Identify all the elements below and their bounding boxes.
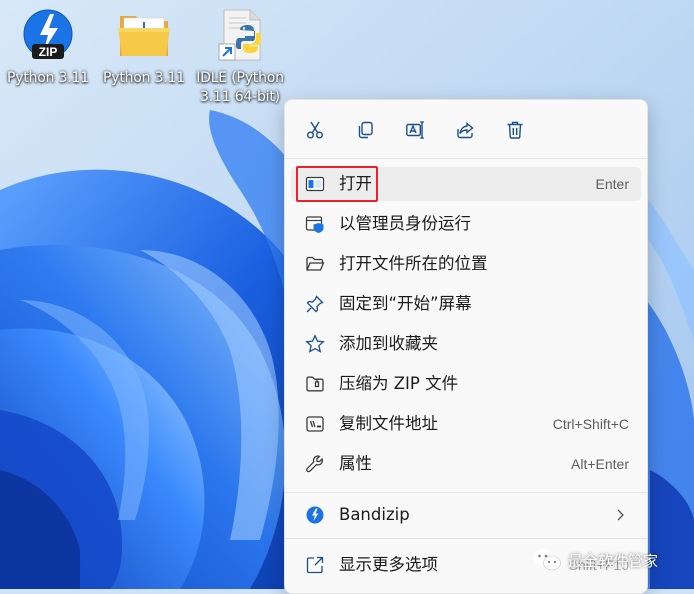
- menu-item-open-file-location[interactable]: 打开文件所在的位置: [291, 247, 641, 281]
- rename-icon: [406, 121, 424, 139]
- chevron-right-icon: [613, 507, 627, 523]
- copy-icon: [358, 121, 373, 139]
- folder-icon: [114, 4, 174, 66]
- rename-button[interactable]: [401, 116, 429, 144]
- wrench-icon: [305, 454, 325, 474]
- scissors-icon: [307, 121, 323, 139]
- menu-item-label: 添加到收藏夹: [339, 334, 438, 353]
- watermark-text: 最全软件管家: [568, 551, 659, 570]
- menu-item-copy-path[interactable]: 复制文件地址 Ctrl+Shift+C: [291, 407, 641, 441]
- desktop-icon-label: IDLE (Python: [196, 70, 284, 86]
- menu-item-shortcut: Enter: [595, 176, 629, 192]
- menu-item-label: 属性: [339, 454, 372, 473]
- more-options-icon: [305, 555, 325, 575]
- wechat-icon: [533, 549, 561, 571]
- quick-actions-bar: [285, 100, 649, 158]
- menu-item-shortcut: Ctrl+Shift+C: [552, 416, 629, 432]
- svg-text:ZIP: ZIP: [39, 45, 58, 59]
- desktop-icon-python-folder[interactable]: Python 3.11: [98, 4, 190, 112]
- copy-path-icon: [305, 414, 325, 434]
- bandizip-icon: [305, 505, 325, 525]
- menu-item-run-as-admin[interactable]: 以管理员身份运行: [291, 207, 641, 241]
- menu-item-label: 复制文件地址: [339, 414, 438, 433]
- python-shortcut-icon: [210, 4, 270, 66]
- menu-item-properties[interactable]: 属性 Alt+Enter: [291, 447, 641, 481]
- zip-folder-icon: [305, 374, 325, 394]
- watermark: 最全软件管家: [532, 546, 658, 574]
- desktop: ZIP Python 3.11 Python 3.11 IDLE (Python…: [0, 0, 694, 594]
- menu-item-label: 压缩为 ZIP 文件: [339, 374, 459, 393]
- menu-item-label: 以管理员身份运行: [339, 214, 471, 233]
- share-icon: [457, 122, 474, 139]
- desktop-icon-label-line2: 3.11 64-bit): [200, 89, 280, 105]
- desktop-icon-label: Python 3.11: [7, 70, 89, 86]
- folder-open-icon: [305, 254, 325, 274]
- admin-shield-icon: [305, 214, 325, 234]
- menu-divider: [285, 538, 647, 539]
- menu-divider: [285, 158, 647, 159]
- menu-item-bandizip[interactable]: Bandizip: [291, 498, 641, 532]
- menu-item-label: 打开文件所在的位置: [339, 254, 488, 273]
- menu-item-shortcut: Alt+Enter: [571, 456, 629, 472]
- desktop-icon-idle-python[interactable]: IDLE (Python 3.11 64-bit): [194, 4, 286, 112]
- menu-divider: [285, 492, 647, 493]
- menu-item-compress-zip[interactable]: 压缩为 ZIP 文件: [291, 367, 641, 401]
- desktop-icon-python-zip[interactable]: ZIP Python 3.11: [2, 4, 94, 112]
- menu-item-label: 显示更多选项: [339, 555, 438, 574]
- trash-icon: [507, 121, 523, 139]
- pin-icon: [305, 294, 325, 314]
- cut-button[interactable]: [301, 116, 329, 144]
- menu-item-add-to-favorites[interactable]: 添加到收藏夹: [291, 327, 641, 361]
- menu-item-label: 固定到“开始”屏幕: [339, 294, 472, 313]
- star-icon: [305, 334, 325, 354]
- menu-item-label: Bandizip: [339, 505, 410, 524]
- menu-item-pin-to-start[interactable]: 固定到“开始”屏幕: [291, 287, 641, 321]
- bandizip-zip-icon: ZIP: [18, 4, 78, 66]
- share-button[interactable]: [451, 116, 479, 144]
- copy-button[interactable]: [351, 116, 379, 144]
- red-highlight-annotation: [296, 166, 378, 202]
- desktop-icon-label: Python 3.11: [103, 70, 185, 86]
- delete-button[interactable]: [501, 116, 529, 144]
